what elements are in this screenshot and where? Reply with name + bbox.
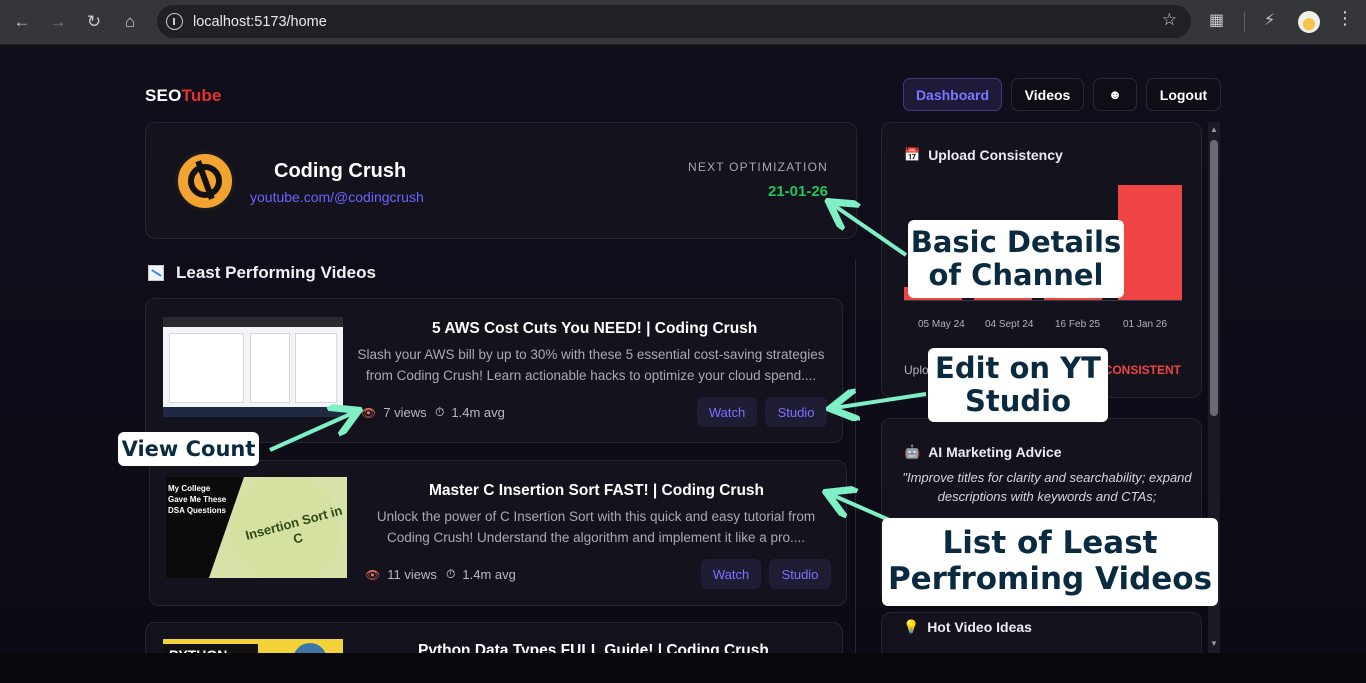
video-thumbnail[interactable]: My College Gave Me These DSA Questions I…: [166, 477, 347, 578]
nav-profile-button[interactable]: ☻: [1093, 78, 1137, 111]
ai-advice-title: AI Marketing Advice: [928, 444, 1062, 460]
extensions-icon[interactable]: ▦: [1209, 10, 1224, 30]
stopwatch-icon: ⏱: [446, 567, 456, 581]
studio-button[interactable]: Studio: [769, 559, 831, 589]
upload-consistency-title: Upload Consistency: [928, 147, 1063, 163]
site-info-icon[interactable]: [166, 13, 183, 30]
ai-advice-text: "Improve titles for clarity and searchab…: [902, 470, 1192, 504]
chart-baseline: [904, 300, 1182, 301]
consistency-bar: [1118, 185, 1182, 300]
annotation-list-line2: Perfroming Videos: [887, 561, 1213, 597]
video-title[interactable]: Master C Insertion Sort FAST! | Coding C…: [429, 482, 764, 500]
channel-url-link[interactable]: youtube.com/@codingcrush: [250, 189, 424, 205]
address-bar[interactable]: localhost:5173/home ☆: [157, 5, 1191, 38]
channel-card: Coding Crush youtube.com/@codingcrush NE…: [145, 122, 857, 239]
performance-icon[interactable]: ⚡: [1264, 10, 1275, 30]
chart-down-icon: [148, 265, 164, 281]
video-views: 👁 7 views: [361, 405, 427, 420]
watch-button[interactable]: Watch: [701, 559, 761, 589]
ai-advice-heading: 🤖 AI Marketing Advice: [904, 444, 1061, 460]
video-description: Unlock the power of C Insertion Sort wit…: [376, 509, 816, 545]
robot-icon: 🤖: [904, 444, 921, 459]
next-optimization-label: NEXT OPTIMIZATION: [688, 160, 828, 174]
reload-icon[interactable]: ↻: [76, 4, 112, 40]
channel-avatar: [175, 151, 235, 211]
watch-button[interactable]: Watch: [697, 397, 757, 427]
scroll-down-icon[interactable]: ▼: [1209, 639, 1219, 649]
video-thumbnail[interactable]: [163, 317, 343, 417]
annotation-least-list: List of Least Perfroming Videos: [884, 520, 1216, 604]
channel-name: Coding Crush: [274, 160, 407, 182]
hot-ideas-heading: 💡 Hot Video Ideas: [903, 619, 1032, 635]
calendar-icon: 📅: [904, 147, 921, 162]
user-icon: ☻: [1108, 87, 1122, 102]
annotation-basic-details: Basic Details of Channel: [910, 222, 1122, 296]
url-text[interactable]: localhost:5173/home: [193, 14, 327, 30]
chart-x-label: 05 May 24: [918, 319, 965, 330]
stopwatch-icon: ⏱: [435, 405, 445, 419]
views-text: 7 views: [383, 405, 427, 420]
upload-consistency-heading: 📅 Upload Consistency: [904, 147, 1063, 163]
logo-seo: SEO: [145, 86, 182, 105]
least-performing-title: Least Performing Videos: [176, 263, 376, 282]
logo-tube: Tube: [181, 86, 222, 105]
video-title[interactable]: 5 AWS Cost Cuts You NEED! | Coding Crush: [432, 320, 757, 338]
consistency-status-value: CONSISTENT: [1103, 363, 1181, 377]
annotation-list-line1: List of Least: [942, 525, 1158, 561]
video-description: Slash your AWS bill by up to 30% with th…: [357, 347, 825, 383]
next-optimization-date: 21-01-26: [767, 183, 828, 200]
consistency-status-label: Uplo: [904, 363, 929, 377]
annotation-edit-studio: Edit on YT Studio: [930, 350, 1106, 420]
forward-icon[interactable]: →: [40, 4, 76, 40]
taskbar-strip: [0, 653, 1366, 683]
app-logo[interactable]: SEOTube: [145, 86, 222, 106]
video-avg: ⏱ 1.4m avg: [446, 567, 516, 582]
chart-x-label: 04 Sept 24: [985, 319, 1034, 330]
hot-ideas-title: Hot Video Ideas: [927, 619, 1032, 635]
nav-logout-button[interactable]: Logout: [1146, 78, 1221, 111]
annotation-basic-details-line1: Basic Details: [910, 225, 1122, 259]
chart-x-label: 01 Jan 26: [1123, 319, 1167, 330]
nav-videos-button[interactable]: Videos: [1011, 78, 1084, 111]
home-icon[interactable]: ⌂: [112, 4, 148, 40]
thumbnail-left-text: My College Gave Me These DSA Questions: [168, 484, 227, 515]
bookmark-star-icon[interactable]: ☆: [1162, 10, 1177, 30]
nav-dashboard-button[interactable]: Dashboard: [903, 78, 1002, 111]
annotation-basic-details-line2: of Channel: [928, 258, 1104, 292]
views-text: 11 views: [387, 567, 437, 582]
browser-toolbar: ← → ↻ ⌂ localhost:5173/home ☆ ▦ ⚡ ⋮: [0, 0, 1366, 45]
video-card: 5 AWS Cost Cuts You NEED! | Coding Crush…: [145, 298, 843, 443]
browser-menu-icon[interactable]: ⋮: [1336, 9, 1354, 27]
back-icon[interactable]: ←: [4, 4, 40, 40]
avg-text: 1.4m avg: [462, 567, 516, 582]
list-divider: [855, 260, 856, 655]
toolbar-divider: [1244, 12, 1245, 32]
scroll-up-icon[interactable]: ▲: [1209, 125, 1219, 135]
video-avg: ⏱ 1.4m avg: [435, 405, 505, 420]
lightbulb-icon: 💡: [903, 619, 920, 634]
studio-button[interactable]: Studio: [765, 397, 827, 427]
eye-icon: 👁: [365, 567, 381, 582]
sidebar-scroll-thumb[interactable]: [1210, 140, 1218, 416]
video-card: My College Gave Me These DSA Questions I…: [149, 460, 847, 606]
profile-avatar-icon[interactable]: [1298, 11, 1320, 33]
annotation-edit-line2: Studio: [964, 384, 1072, 418]
annotation-view-count: View Count: [120, 434, 257, 464]
chart-x-label: 16 Feb 25: [1055, 319, 1101, 330]
least-performing-heading: Least Performing Videos: [148, 263, 376, 283]
avg-text: 1.4m avg: [451, 405, 505, 420]
eye-icon: 👁: [361, 405, 377, 420]
video-views: 👁 11 views: [365, 567, 437, 582]
annotation-edit-line1: Edit on YT: [935, 351, 1101, 385]
